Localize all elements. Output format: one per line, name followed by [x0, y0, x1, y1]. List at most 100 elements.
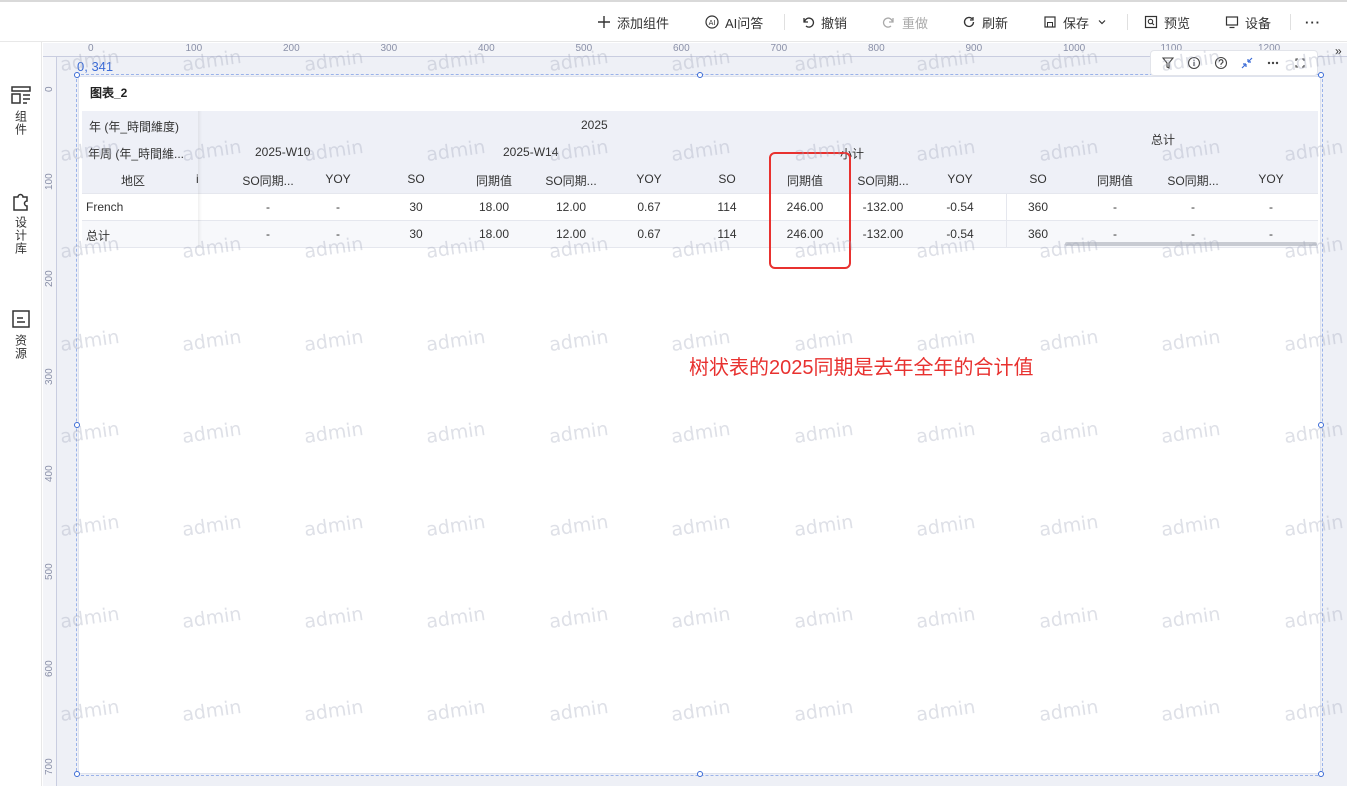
info-icon[interactable] [1186, 55, 1202, 71]
svg-text:AI: AI [709, 19, 716, 27]
sidebar-item-design-library[interactable]: 设计库 [0, 190, 42, 255]
resize-handle[interactable] [74, 771, 80, 777]
measure-header[interactable]: YOY [609, 172, 689, 186]
device-label: 设备 [1245, 15, 1272, 31]
ruler-tick-label: 1000 [1063, 43, 1086, 54]
resize-handle[interactable] [1318, 422, 1324, 428]
preview-icon [1144, 15, 1158, 29]
resize-handle[interactable] [74, 422, 80, 428]
table-cell: 360 [1027, 200, 1049, 214]
table-cell: - [336, 227, 340, 241]
save-icon [1043, 15, 1057, 29]
table-cell: 12.00 [555, 200, 587, 214]
ruler-tick-label: 800 [868, 43, 885, 54]
cursor-coordinate: 0, 341 [77, 59, 114, 74]
resource-icon [10, 308, 32, 330]
resize-handle[interactable] [1318, 771, 1324, 777]
measure-header[interactable]: YOY [1231, 172, 1311, 186]
table-cell: - [1113, 227, 1117, 241]
ruler-tick-label: 700 [770, 43, 788, 54]
redo-button[interactable]: 重做 [882, 12, 928, 32]
collapse-panel-button[interactable]: » [1335, 44, 1342, 58]
measure-header[interactable]: YOY [298, 172, 378, 186]
row-divider [82, 193, 1318, 194]
sidebar-item-label: 资源 [13, 334, 28, 360]
undo-button[interactable]: 撤销 [801, 12, 847, 32]
table-cell: - [1191, 227, 1195, 241]
undo-label: 撤销 [821, 15, 848, 31]
more-button[interactable]: ··· [1305, 12, 1321, 32]
table-cell: -132.00 [862, 227, 904, 241]
table-cell: 360 [1027, 227, 1049, 241]
table-cell: -132.00 [862, 200, 904, 214]
ruler-tick-label: 400 [44, 465, 55, 482]
redo-label: 重做 [902, 15, 929, 31]
table-cell: 0.67 [637, 227, 661, 241]
preview-button[interactable]: 预览 [1144, 12, 1190, 32]
measure-header[interactable]: SO同期... [1153, 172, 1233, 189]
resize-handle[interactable] [697, 72, 703, 78]
table-cell: 30 [409, 200, 423, 214]
table-cell: 18.00 [478, 200, 510, 214]
widget-title: 图表_2 [90, 86, 128, 100]
row-dim-region: 地区 [121, 174, 146, 188]
ruler-tick-label: 700 [44, 757, 55, 775]
highlight-box [769, 152, 851, 269]
measure-header[interactable]: SO同期... [228, 172, 308, 189]
horizontal-scrollbar[interactable] [1065, 242, 1317, 246]
ruler-tick-label: 0 [44, 86, 55, 92]
ruler-tick-label: 200 [283, 43, 300, 54]
filter-icon[interactable] [1160, 55, 1176, 71]
ai-icon: AI [705, 15, 719, 29]
save-button[interactable]: 保存 [1043, 12, 1109, 32]
ruler-tick-label: 500 [44, 562, 55, 580]
table-cell: - [266, 200, 270, 214]
refresh-button[interactable]: 刷新 [962, 12, 1008, 32]
ai-qa-button[interactable]: AI AI问答 [705, 12, 763, 32]
table-cell: -0.54 [946, 227, 974, 241]
measure-header[interactable]: SO [376, 172, 456, 186]
top-toolbar: 添加组件 AI AI问答 撤销 重做 刷新 保存 预览 设备 ··· [0, 0, 1347, 42]
left-sidebar: 组件 设计库 资源 [0, 42, 42, 786]
row-label: French [86, 200, 124, 214]
add-widget-button[interactable]: 添加组件 [597, 12, 669, 32]
toolbar-divider [1127, 14, 1128, 30]
sidebar-item-resources[interactable]: 资源 [0, 308, 42, 360]
add-widget-label: 添加组件 [617, 15, 670, 31]
more-icon[interactable] [1265, 55, 1281, 71]
row-dim-year: 年 (年_時間維度) [89, 120, 180, 134]
help-icon[interactable] [1213, 55, 1229, 71]
ruler-tick-label: 900 [965, 43, 983, 54]
widgets-icon [10, 84, 32, 106]
measure-header[interactable]: SO [687, 172, 767, 186]
resize-handle[interactable] [74, 72, 80, 78]
device-button[interactable]: 设备 [1225, 12, 1271, 32]
sidebar-item-widgets[interactable]: 组件 [0, 84, 42, 136]
ruler-tick-label: 0 [88, 43, 94, 54]
resize-handle[interactable] [697, 771, 703, 777]
refresh-icon [962, 15, 976, 29]
measure-header[interactable]: 同期值 [454, 172, 534, 189]
ruler-tick-label: 600 [44, 660, 55, 677]
ruler-tick-label: 600 [673, 43, 690, 54]
table-cell: -0.54 [946, 200, 974, 214]
measure-header[interactable]: 同期值 [1075, 172, 1155, 189]
table-cell: 30 [409, 227, 423, 241]
measure-header[interactable]: SO同期... [531, 172, 611, 189]
ruler-tick-label: 100 [185, 43, 203, 54]
resize-handle[interactable] [1318, 72, 1324, 78]
table-cell: 12.00 [555, 227, 587, 241]
measure-header[interactable]: SO同期... [843, 172, 923, 189]
save-label: 保存 [1063, 15, 1090, 31]
annotation-text: 树状表的2025同期是去年全年的合计值 [689, 357, 1034, 379]
redo-icon [882, 15, 896, 29]
measure-header[interactable]: YOY [920, 172, 1000, 186]
column-header-year: 2025 [581, 118, 608, 132]
column-header-week: 2025-W10 [255, 145, 311, 159]
table-cell: - [1113, 200, 1117, 214]
plus-icon [597, 15, 611, 29]
ai-qa-label: AI问答 [725, 15, 764, 31]
shrink-icon[interactable] [1239, 55, 1255, 71]
measure-header[interactable]: SO [998, 172, 1078, 186]
fullscreen-icon[interactable] [1292, 55, 1308, 71]
